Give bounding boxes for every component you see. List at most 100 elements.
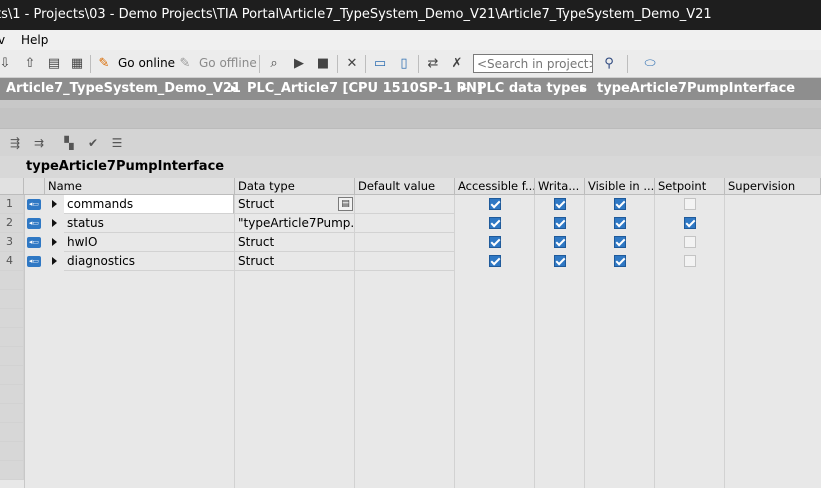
header-setpoint[interactable]: Setpoint bbox=[655, 178, 725, 195]
visible-checkbox[interactable] bbox=[614, 255, 626, 267]
breadcrumb-plc-data-types[interactable]: PLC data types bbox=[477, 78, 587, 100]
name-cell[interactable]: hwIO bbox=[64, 233, 234, 252]
upload-icon[interactable]: ⇧ bbox=[21, 54, 39, 72]
visible-checkbox[interactable] bbox=[614, 236, 626, 248]
insert-row-icon[interactable]: ⇶ bbox=[6, 135, 24, 151]
go-offline-icon[interactable]: ✎ bbox=[176, 54, 194, 72]
table-row[interactable] bbox=[0, 328, 821, 347]
editor-toolbar: ⇶ ⇉ ▚ ✔ ☰ bbox=[0, 128, 821, 156]
cross-reference-icon[interactable]: ✗ bbox=[448, 54, 466, 72]
row-number bbox=[0, 271, 24, 290]
add-row-icon[interactable]: ⇉ bbox=[30, 135, 48, 151]
default-value-cell[interactable] bbox=[355, 195, 454, 214]
data-type-cell[interactable]: Struct bbox=[235, 233, 354, 252]
table-row[interactable] bbox=[0, 309, 821, 328]
expand-arrow-icon[interactable] bbox=[52, 257, 57, 265]
search-binoculars-icon[interactable]: ⚲ bbox=[600, 54, 618, 72]
accessible-checkbox[interactable] bbox=[489, 198, 501, 210]
portal-icon[interactable]: ⬭ bbox=[638, 54, 662, 72]
split-horizontal-icon[interactable]: ▭ bbox=[371, 54, 389, 72]
name-cell[interactable]: commands bbox=[64, 195, 234, 214]
table-row[interactable] bbox=[0, 461, 821, 480]
accessible-checkbox[interactable] bbox=[489, 236, 501, 248]
table-row[interactable] bbox=[0, 271, 821, 290]
search-project-input[interactable] bbox=[473, 54, 593, 73]
download-to-device-icon[interactable]: ▤ bbox=[45, 54, 63, 72]
table-row[interactable]: 3 ◂▭ hwIO Struct bbox=[0, 233, 821, 252]
table-row[interactable] bbox=[0, 347, 821, 366]
table-row[interactable] bbox=[0, 404, 821, 423]
declaration-table: Name Data type Default value Accessible … bbox=[0, 178, 821, 488]
go-offline-button[interactable]: Go offline bbox=[199, 55, 257, 71]
header-name[interactable]: Name bbox=[45, 178, 235, 195]
writable-checkbox[interactable] bbox=[554, 255, 566, 267]
visible-checkbox[interactable] bbox=[614, 217, 626, 229]
start-simulation-icon[interactable]: ▶ bbox=[290, 54, 308, 72]
table-row[interactable] bbox=[0, 366, 821, 385]
breadcrumb-separator: ▸ bbox=[580, 81, 587, 96]
header-icon-column bbox=[24, 178, 45, 195]
header-supervision[interactable]: Supervision bbox=[725, 178, 821, 195]
table-row[interactable] bbox=[0, 423, 821, 442]
interface-icon: ◂▭ bbox=[27, 237, 41, 248]
default-value-cell[interactable] bbox=[355, 252, 454, 271]
table-row[interactable] bbox=[0, 442, 821, 461]
writable-checkbox[interactable] bbox=[554, 236, 566, 248]
breadcrumb-current-type[interactable]: typeArticle7PumpInterface bbox=[597, 78, 795, 100]
menu-item-help[interactable]: Help bbox=[21, 30, 48, 50]
expand-arrow-icon[interactable] bbox=[52, 238, 57, 246]
main-toolbar: ⇩ ⇧ ▤ ▦ ✎ Go online ✎ Go offline ⌕ ▶ ■ ✕… bbox=[0, 50, 821, 78]
setpoint-checkbox bbox=[684, 236, 696, 248]
header-accessible[interactable]: Accessible f... bbox=[455, 178, 535, 195]
accessible-devices-icon[interactable]: ⌕ bbox=[265, 54, 283, 72]
go-online-button[interactable]: Go online bbox=[118, 55, 175, 71]
setpoint-checkbox bbox=[684, 255, 696, 267]
default-value-cell[interactable] bbox=[355, 233, 454, 252]
data-type-cell[interactable]: Struct bbox=[235, 195, 354, 214]
data-type-cell[interactable]: Struct bbox=[235, 252, 354, 271]
row-number bbox=[0, 290, 24, 309]
row-number bbox=[0, 442, 24, 461]
row-number: 1 bbox=[0, 195, 24, 214]
runtime-icon[interactable]: ▦ bbox=[68, 54, 86, 72]
header-data-type[interactable]: Data type bbox=[235, 178, 355, 195]
default-value-cell[interactable] bbox=[355, 214, 454, 233]
row-number: 3 bbox=[0, 233, 24, 252]
header-default-value[interactable]: Default value bbox=[355, 178, 455, 195]
table-row[interactable] bbox=[0, 385, 821, 404]
snapshot-icon[interactable]: ✔ bbox=[84, 135, 102, 151]
expand-arrow-icon[interactable] bbox=[52, 200, 57, 208]
table-row[interactable] bbox=[0, 290, 821, 309]
stop-simulation-icon[interactable]: ■ bbox=[314, 54, 332, 72]
header-row-number bbox=[0, 178, 24, 195]
table-row[interactable]: 4 ◂▭ diagnostics Struct bbox=[0, 252, 821, 271]
data-type-browse-icon[interactable]: ▤ bbox=[338, 197, 353, 211]
breadcrumb-project[interactable]: Article7_TypeSystem_Demo_V21 bbox=[6, 78, 241, 100]
list-view-icon[interactable]: ☰ bbox=[108, 135, 126, 151]
table-row[interactable]: 2 ◂▭ status "typeArticle7Pump... bbox=[0, 214, 821, 233]
interface-icon: ◂▭ bbox=[27, 256, 41, 267]
name-cell[interactable]: diagnostics bbox=[64, 252, 234, 271]
close-icon[interactable]: ✕ bbox=[343, 54, 361, 72]
accessible-checkbox[interactable] bbox=[489, 255, 501, 267]
writable-checkbox[interactable] bbox=[554, 198, 566, 210]
header-visible[interactable]: Visible in ... bbox=[585, 178, 655, 195]
header-writable[interactable]: Writa... bbox=[535, 178, 585, 195]
breadcrumb: Article7_TypeSystem_Demo_V21 ▸ PLC_Artic… bbox=[0, 78, 821, 100]
writable-checkbox[interactable] bbox=[554, 217, 566, 229]
table-row[interactable]: 1 ◂▭ commands Struct ▤ bbox=[0, 195, 821, 214]
breadcrumb-plc[interactable]: PLC_Article7 [CPU 1510SP-1 PN] bbox=[247, 78, 483, 100]
download-icon[interactable]: ⇩ bbox=[0, 54, 14, 72]
data-type-cell[interactable]: "typeArticle7Pump... bbox=[235, 214, 354, 233]
row-number bbox=[0, 404, 24, 423]
reset-start-values-icon[interactable]: ▚ bbox=[60, 135, 78, 151]
expand-arrow-icon[interactable] bbox=[52, 219, 57, 227]
compare-icon[interactable]: ⇄ bbox=[424, 54, 442, 72]
menu-item-view[interactable]: v bbox=[0, 30, 5, 50]
go-online-icon[interactable]: ✎ bbox=[95, 54, 113, 72]
accessible-checkbox[interactable] bbox=[489, 217, 501, 229]
split-vertical-icon[interactable]: ▯ bbox=[395, 54, 413, 72]
name-cell[interactable]: status bbox=[64, 214, 234, 233]
setpoint-checkbox[interactable] bbox=[684, 217, 696, 229]
visible-checkbox[interactable] bbox=[614, 198, 626, 210]
